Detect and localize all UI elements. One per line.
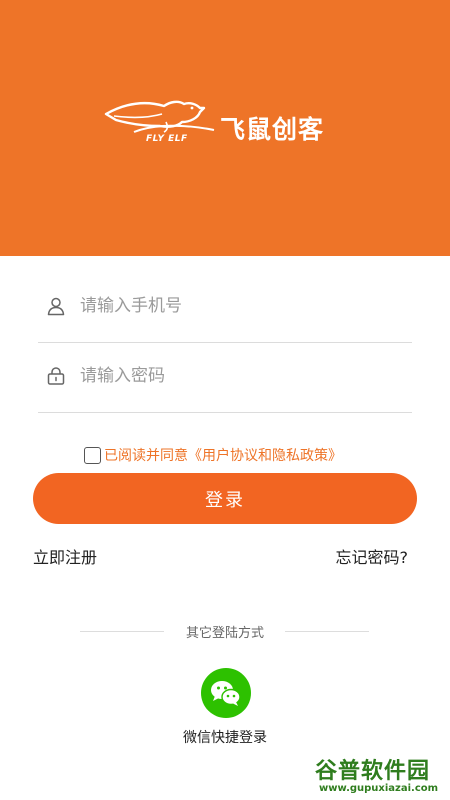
forgot-password-link[interactable]: 忘记密码? bbox=[336, 544, 409, 568]
agreement-link[interactable]: 《用户协议和隐私政策》 bbox=[188, 445, 342, 465]
password-input[interactable] bbox=[80, 356, 400, 396]
agreement-prefix: 已阅读并同意 bbox=[104, 448, 188, 464]
other-login-label: 其它登陆方式 bbox=[185, 626, 264, 641]
watermark-text: 谷普软件园 bbox=[315, 759, 431, 784]
watermark-url: www.gupuxiazai.com bbox=[319, 783, 439, 794]
header-banner: FLY ELF 飞鼠创客 bbox=[0, 0, 450, 256]
wechat-login-label: 微信快捷登录 bbox=[183, 730, 267, 746]
wechat-icon bbox=[211, 681, 241, 706]
lock-icon bbox=[47, 367, 65, 385]
phone-input[interactable] bbox=[80, 286, 400, 326]
user-icon bbox=[47, 297, 65, 316]
register-link[interactable]: 立即注册 bbox=[33, 544, 97, 568]
password-field-row bbox=[38, 342, 412, 413]
site-watermark: 谷普软件园 www.gupuxiazai.com bbox=[313, 752, 447, 798]
agreement-checkbox[interactable] bbox=[84, 446, 101, 464]
phone-field-row bbox=[38, 272, 412, 343]
app-title: 飞鼠创客 bbox=[220, 115, 325, 144]
agreement-row: 已阅读并同意 《用户协议和隐私政策》 bbox=[84, 444, 342, 466]
login-button[interactable]: 登录 bbox=[33, 473, 417, 524]
wechat-login-button[interactable] bbox=[201, 668, 251, 718]
app-logo: FLY ELF 飞鼠创客 bbox=[104, 96, 344, 152]
logo-subtext: FLY ELF bbox=[146, 134, 188, 144]
